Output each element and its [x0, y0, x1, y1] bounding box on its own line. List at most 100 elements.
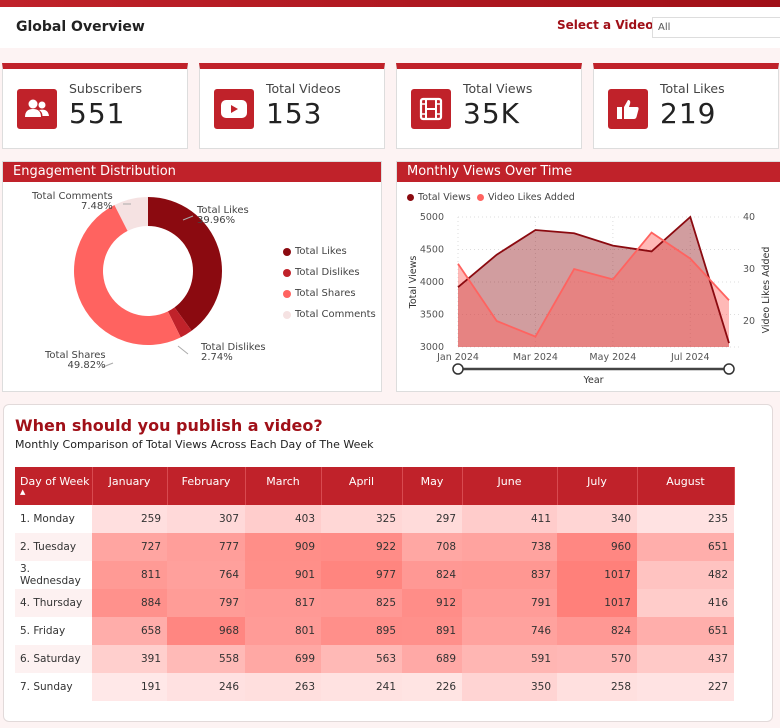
column-header-july[interactable]: July: [557, 467, 638, 505]
kpi-value: 551: [69, 97, 126, 130]
table-cell: 922: [321, 533, 402, 561]
table-row: 1. Monday 259 307 403 325 297 411 340 235: [15, 505, 734, 533]
table-row: 3. Wednesday 811 764 901 977 824 837 1017 482: [15, 561, 734, 589]
table-cell: 764: [167, 561, 245, 589]
table-cell: 817: [245, 589, 321, 617]
table-cell: 746: [462, 617, 557, 645]
table-cell: 482: [637, 561, 734, 589]
table-cell: 909: [245, 533, 321, 561]
column-header-january[interactable]: January: [92, 467, 168, 505]
sort-ascending-icon[interactable]: ▲: [20, 488, 92, 496]
legend-label: Total Likes: [295, 246, 347, 257]
film-icon: [411, 89, 451, 129]
column-header-april[interactable]: April: [321, 467, 403, 505]
kpi-value: 153: [266, 97, 323, 130]
kpi-label: Total Videos: [266, 81, 341, 96]
select-video-dropdown[interactable]: All: [652, 17, 780, 38]
publish-table-panel: When should you publish a video? Monthly…: [3, 404, 773, 722]
y-right-tick: 30: [743, 264, 755, 275]
row-day-label: 3. Wednesday: [15, 561, 92, 589]
table-cell: 340: [557, 505, 637, 533]
table-cell: 411: [462, 505, 557, 533]
column-header-may[interactable]: May: [402, 467, 463, 505]
y-right-tick: 20: [743, 316, 755, 327]
kpi-card-total-likes: Total Likes 219: [593, 63, 779, 149]
legend-label: Total Comments: [295, 309, 376, 320]
table-cell: 791: [462, 589, 557, 617]
select-video-label: Select a Video: [557, 18, 654, 32]
y-left-tick: 4500: [420, 245, 444, 256]
kpi-value: 219: [660, 97, 717, 130]
kpi-value: 35K: [463, 97, 520, 130]
legend-label: Total Shares: [295, 288, 356, 299]
table-row: 2. Tuesday 727 777 909 922 708 738 960 651: [15, 533, 734, 561]
column-header-label: Day of Week: [20, 475, 90, 488]
table-cell: 699: [245, 645, 321, 673]
column-header-february[interactable]: February: [167, 467, 246, 505]
y-right-axis-title: Video Likes Added: [761, 247, 772, 334]
legend-dot: [283, 289, 291, 298]
row-day-label: 2. Tuesday: [15, 533, 92, 561]
column-header-june[interactable]: June: [462, 467, 558, 505]
pie-label-shares: Total Shares 49.82%: [45, 351, 106, 371]
table-cell: 570: [557, 645, 637, 673]
table-cell: 246: [167, 673, 245, 701]
pie-label-pct: 49.82%: [67, 360, 106, 371]
legend-item-likes[interactable]: Total Likes: [283, 246, 347, 257]
legend-dot: [283, 247, 291, 256]
table-cell: 960: [557, 533, 637, 561]
row-day-label: 7. Sunday: [15, 673, 92, 701]
table-cell: 884: [92, 589, 167, 617]
table-cell: 350: [462, 673, 557, 701]
x-tick: May 2024: [589, 352, 636, 363]
youtube-play-icon: [214, 89, 254, 129]
legend-label: Total Dislikes: [295, 267, 360, 278]
pie-label-comments: Total Comments 7.48%: [32, 192, 113, 212]
table-cell: 811: [92, 561, 167, 589]
table-cell: 416: [637, 589, 734, 617]
pie-label-pct: 39.96%: [197, 215, 236, 226]
column-header-august[interactable]: August: [637, 467, 735, 505]
legend-item-comments[interactable]: Total Comments: [283, 309, 376, 320]
table-cell: 297: [402, 505, 462, 533]
kpi-card-total-views: Total Views 35K: [396, 63, 582, 149]
row-day-label: 5. Friday: [15, 617, 92, 645]
y-right-tick: 40: [743, 212, 755, 223]
table-cell: 912: [402, 589, 462, 617]
range-slider-end-handle[interactable]: [723, 363, 735, 375]
line-chart: 50004500400035003000403020Jan 2024 Mar 20…: [408, 212, 772, 386]
page-title: Global Overview: [16, 19, 145, 35]
table-row: 4. Thursday 884 797 817 825 912 791 1017 416: [15, 589, 734, 617]
engagement-panel: Engagement Distribution Total Likes 39.96…: [2, 161, 382, 392]
table-cell: 824: [557, 617, 637, 645]
table-cell: 901: [245, 561, 321, 589]
x-tick: Jan 2024: [436, 352, 479, 363]
leader-line: [177, 345, 189, 355]
row-day-label: 4. Thursday: [15, 589, 92, 617]
y-left-axis-title: Total Views: [408, 256, 419, 310]
table-cell: 263: [245, 673, 321, 701]
table-cell: 325: [321, 505, 402, 533]
legend-item-dislikes[interactable]: Total Dislikes: [283, 267, 360, 278]
top-accent-bar: [0, 0, 780, 7]
table-cell: 727: [92, 533, 167, 561]
table-cell: 191: [92, 673, 167, 701]
kpi-card-subscribers: Subscribers 551: [2, 63, 188, 149]
legend-item-shares[interactable]: Total Shares: [283, 288, 356, 299]
pie-label-likes: Total Likes 39.96%: [197, 206, 249, 226]
table-cell: 391: [92, 645, 167, 673]
table-cell: 235: [637, 505, 734, 533]
table-cell: 824: [402, 561, 462, 589]
table-cell: 801: [245, 617, 321, 645]
table-cell: 227: [637, 673, 734, 701]
table-cell: 708: [402, 533, 462, 561]
column-header-day-of-week[interactable]: Day of Week ▲: [15, 467, 93, 505]
table-cell: 1017: [557, 589, 637, 617]
table-cell: 825: [321, 589, 402, 617]
range-slider-start-handle[interactable]: [452, 363, 464, 375]
table-cell: 777: [167, 533, 245, 561]
heatmap-table: Day of Week ▲ January February March April May…: [15, 467, 735, 701]
legend-dot: [283, 268, 291, 277]
table-cell: 977: [321, 561, 402, 589]
column-header-march[interactable]: March: [245, 467, 322, 505]
